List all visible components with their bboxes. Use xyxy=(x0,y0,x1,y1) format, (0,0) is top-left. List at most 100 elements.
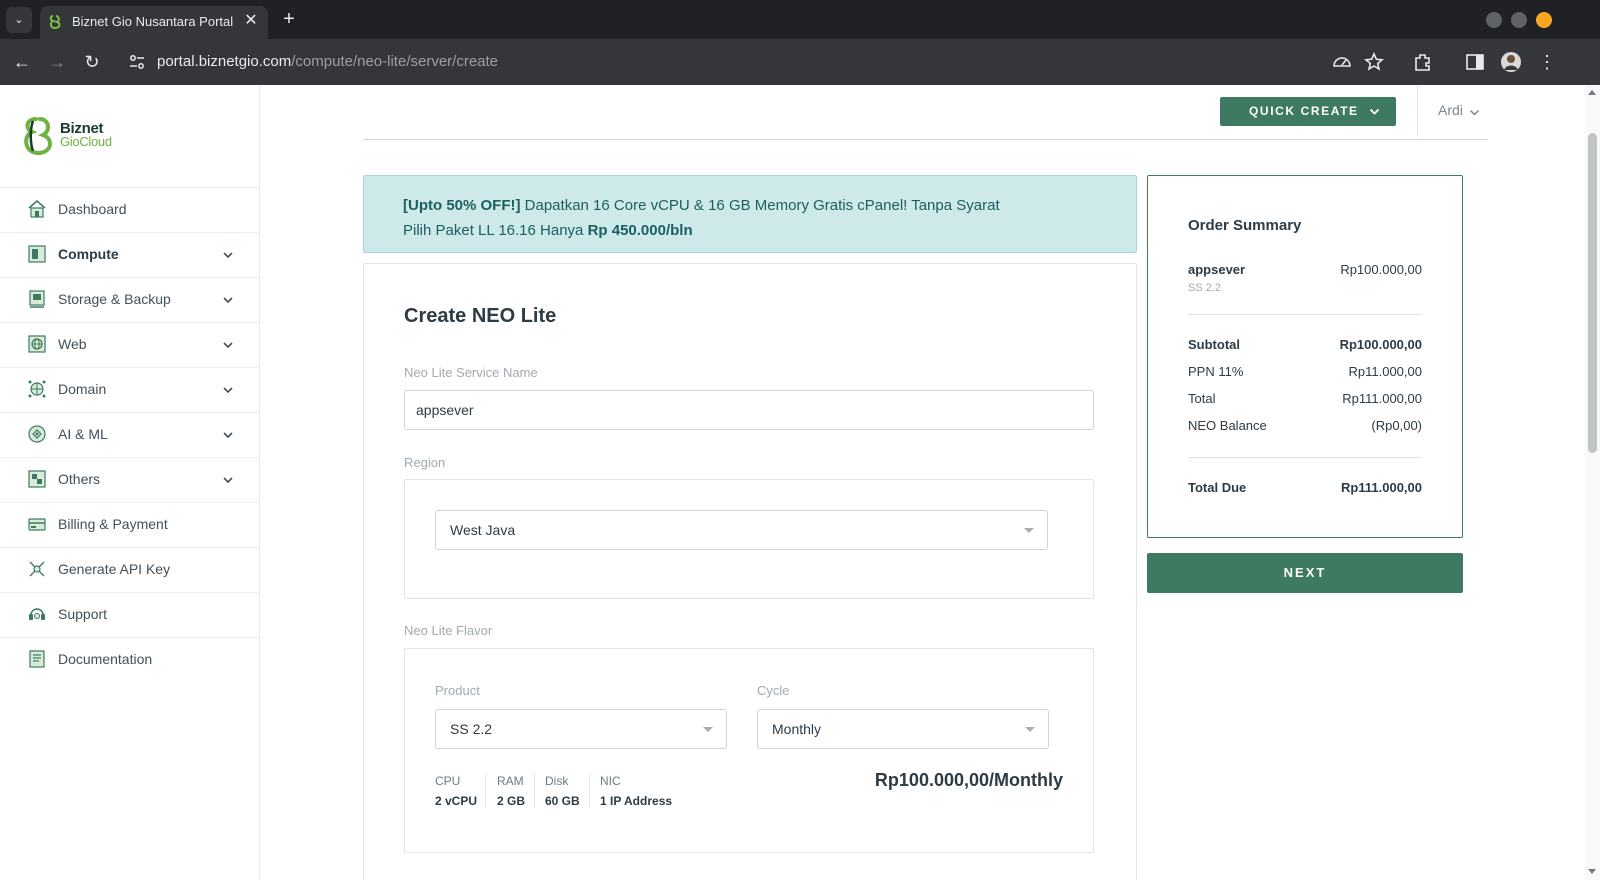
sidebar-item-label: Others xyxy=(58,471,101,487)
sidebar-item-label: Billing & Payment xyxy=(58,516,168,532)
sidebar-item-generate-api-key[interactable]: Generate API Key xyxy=(0,547,260,592)
order-summary-title: Order Summary xyxy=(1188,217,1302,234)
region-group: West Java xyxy=(404,479,1094,599)
user-menu[interactable]: Ardi xyxy=(1438,102,1480,118)
summary-subtotal-row: Subtotal Rp100.000,00 xyxy=(1188,337,1422,352)
sidebar-item-support[interactable]: Support xyxy=(0,592,260,637)
chevron-down-icon xyxy=(223,432,233,439)
cycle-select[interactable]: Monthly xyxy=(757,709,1049,749)
user-name: Ardi xyxy=(1438,102,1463,118)
reload-icon[interactable]: ↻ xyxy=(80,50,104,74)
side-panel-icon[interactable] xyxy=(1464,51,1486,73)
summary-total-due-row: Total Due Rp111.000,00 xyxy=(1188,480,1422,495)
scroll-down-arrow-icon[interactable] xyxy=(1588,869,1596,874)
chevron-down-icon xyxy=(223,387,233,394)
web-icon xyxy=(28,335,46,353)
sidebar-item-billing-payment[interactable]: Billing & Payment xyxy=(0,502,260,547)
profile-avatar-icon[interactable] xyxy=(1500,51,1522,73)
sidebar-item-label: AI & ML xyxy=(58,426,108,442)
chevron-down-icon xyxy=(223,342,233,349)
storage-icon xyxy=(29,290,45,308)
product-label: Product xyxy=(435,683,480,698)
browser-tab-bar: ⌄ Biznet Gio Nusantara Portal ✕ + xyxy=(0,0,1600,39)
window-maximize-button[interactable] xyxy=(1511,12,1527,28)
sidebar-item-ai-ml[interactable]: AI & ML xyxy=(0,412,260,457)
forward-arrow-icon[interactable]: → xyxy=(45,50,69,74)
scroll-up-arrow-icon[interactable] xyxy=(1588,90,1596,95)
scrollbar-thumb[interactable] xyxy=(1588,133,1597,453)
browser-tab[interactable]: Biznet Gio Nusantara Portal ✕ xyxy=(40,6,268,39)
back-arrow-icon[interactable]: ← xyxy=(10,50,34,74)
flavor-label: Neo Lite Flavor xyxy=(404,623,493,638)
dropdown-caret-icon xyxy=(1025,727,1035,732)
region-select-value: West Java xyxy=(450,522,516,538)
sidebar-item-web[interactable]: Web xyxy=(0,322,260,367)
spec-divider xyxy=(534,774,535,808)
dropdown-caret-icon xyxy=(703,727,713,732)
sidebar-item-dashboard[interactable]: Dashboard xyxy=(0,187,260,232)
header-divider xyxy=(1417,85,1418,137)
quick-create-button[interactable]: QUICK CREATE xyxy=(1220,97,1396,126)
window-close-button[interactable] xyxy=(1536,12,1552,28)
performance-icon[interactable] xyxy=(1331,51,1353,73)
spec-divider xyxy=(589,774,590,808)
next-button[interactable]: NEXT xyxy=(1147,553,1463,593)
create-neo-lite-card: Create NEO Lite Neo Lite Service Name ap… xyxy=(363,263,1137,880)
cycle-label: Cycle xyxy=(757,683,790,698)
others-icon xyxy=(28,470,46,488)
chevron-down-icon xyxy=(223,252,233,259)
site-info-icon[interactable] xyxy=(128,53,146,71)
chevron-down-icon xyxy=(223,297,233,304)
sidebar-item-others[interactable]: Others xyxy=(0,457,260,502)
sidebar-item-label: Generate API Key xyxy=(58,561,171,577)
support-icon xyxy=(29,608,45,620)
sidebar-item-storage-backup[interactable]: Storage & Backup xyxy=(0,277,260,322)
biznet-giocloud-logo[interactable]: Biznet GioCloud xyxy=(22,113,122,159)
main-content: QUICK CREATE Ardi [Upto 50% OFF!] Dapatk… xyxy=(260,85,1600,880)
dropdown-caret-icon xyxy=(1024,528,1034,533)
sidebar-item-domain[interactable]: Domain xyxy=(0,367,260,412)
chevron-down-icon xyxy=(1469,109,1480,116)
sidebar-item-label: Domain xyxy=(58,381,107,397)
sidebar-item-documentation[interactable]: Documentation xyxy=(0,637,260,682)
sidebar-item-label: Documentation xyxy=(58,651,153,667)
tab-list-button[interactable]: ⌄ xyxy=(6,7,32,33)
page-scrollbar[interactable] xyxy=(1585,85,1600,880)
promo-line-2: Pilih Paket LL 16.16 Hanya Rp 450.000/bl… xyxy=(403,222,693,239)
domain-icon xyxy=(28,380,46,398)
service-name-input[interactable]: appsever xyxy=(404,390,1094,430)
biznet-favicon-icon xyxy=(49,15,61,30)
summary-item-flavor: SS 2.2 xyxy=(1188,282,1222,294)
new-tab-icon[interactable]: + xyxy=(278,8,300,30)
product-select[interactable]: SS 2.2 xyxy=(435,709,727,749)
browser-toolbar: ← → ↻ portal.biznetgio.com/compute/neo-l… xyxy=(0,39,1600,85)
sidebar-item-label: Storage & Backup xyxy=(58,291,171,307)
spec-divider xyxy=(485,774,486,808)
service-name-label: Neo Lite Service Name xyxy=(404,365,538,380)
summary-divider xyxy=(1188,314,1422,315)
tab-close-icon[interactable]: ✕ xyxy=(242,12,260,30)
flavor-group: Product SS 2.2 Cycle Monthly CPU 2 vCPU R… xyxy=(404,648,1094,853)
url-text: portal.biznetgio.com/compute/neo-lite/se… xyxy=(157,53,499,70)
spec-disk: Disk 60 GB xyxy=(545,774,580,808)
spec-cpu: CPU 2 vCPU xyxy=(435,774,478,808)
order-summary: Order Summary appsever Rp100.000,00 SS 2.… xyxy=(1147,175,1463,538)
api-key-icon xyxy=(29,561,45,577)
promo-banner[interactable]: [Upto 50% OFF!] Dapatkan 16 Core vCPU & … xyxy=(363,175,1137,253)
summary-ppn-row: PPN 11% Rp11.000,00 xyxy=(1188,364,1422,379)
sidebar-item-label: Compute xyxy=(58,246,119,262)
spec-ram: RAM 2 GB xyxy=(497,774,526,808)
extensions-icon[interactable] xyxy=(1412,51,1434,73)
window-minimize-button[interactable] xyxy=(1486,12,1502,28)
biznet-logo-mark-icon xyxy=(24,117,52,156)
region-select[interactable]: West Java xyxy=(435,510,1048,550)
quick-create-label: QUICK CREATE xyxy=(1249,104,1359,118)
summary-divider xyxy=(1188,457,1422,458)
address-bar[interactable]: portal.biznetgio.com/compute/neo-lite/se… xyxy=(118,44,1376,80)
sidebar: Biznet GioCloud Dashboard Compute Storag… xyxy=(0,85,260,880)
sidebar-item-compute[interactable]: Compute xyxy=(0,232,260,277)
sidebar-nav: Dashboard Compute Storage & Backup Web D… xyxy=(0,187,260,682)
bookmark-star-icon[interactable] xyxy=(1363,51,1385,73)
page-title: Create NEO Lite xyxy=(404,305,557,327)
browser-menu-icon[interactable]: ⋮ xyxy=(1535,50,1559,74)
